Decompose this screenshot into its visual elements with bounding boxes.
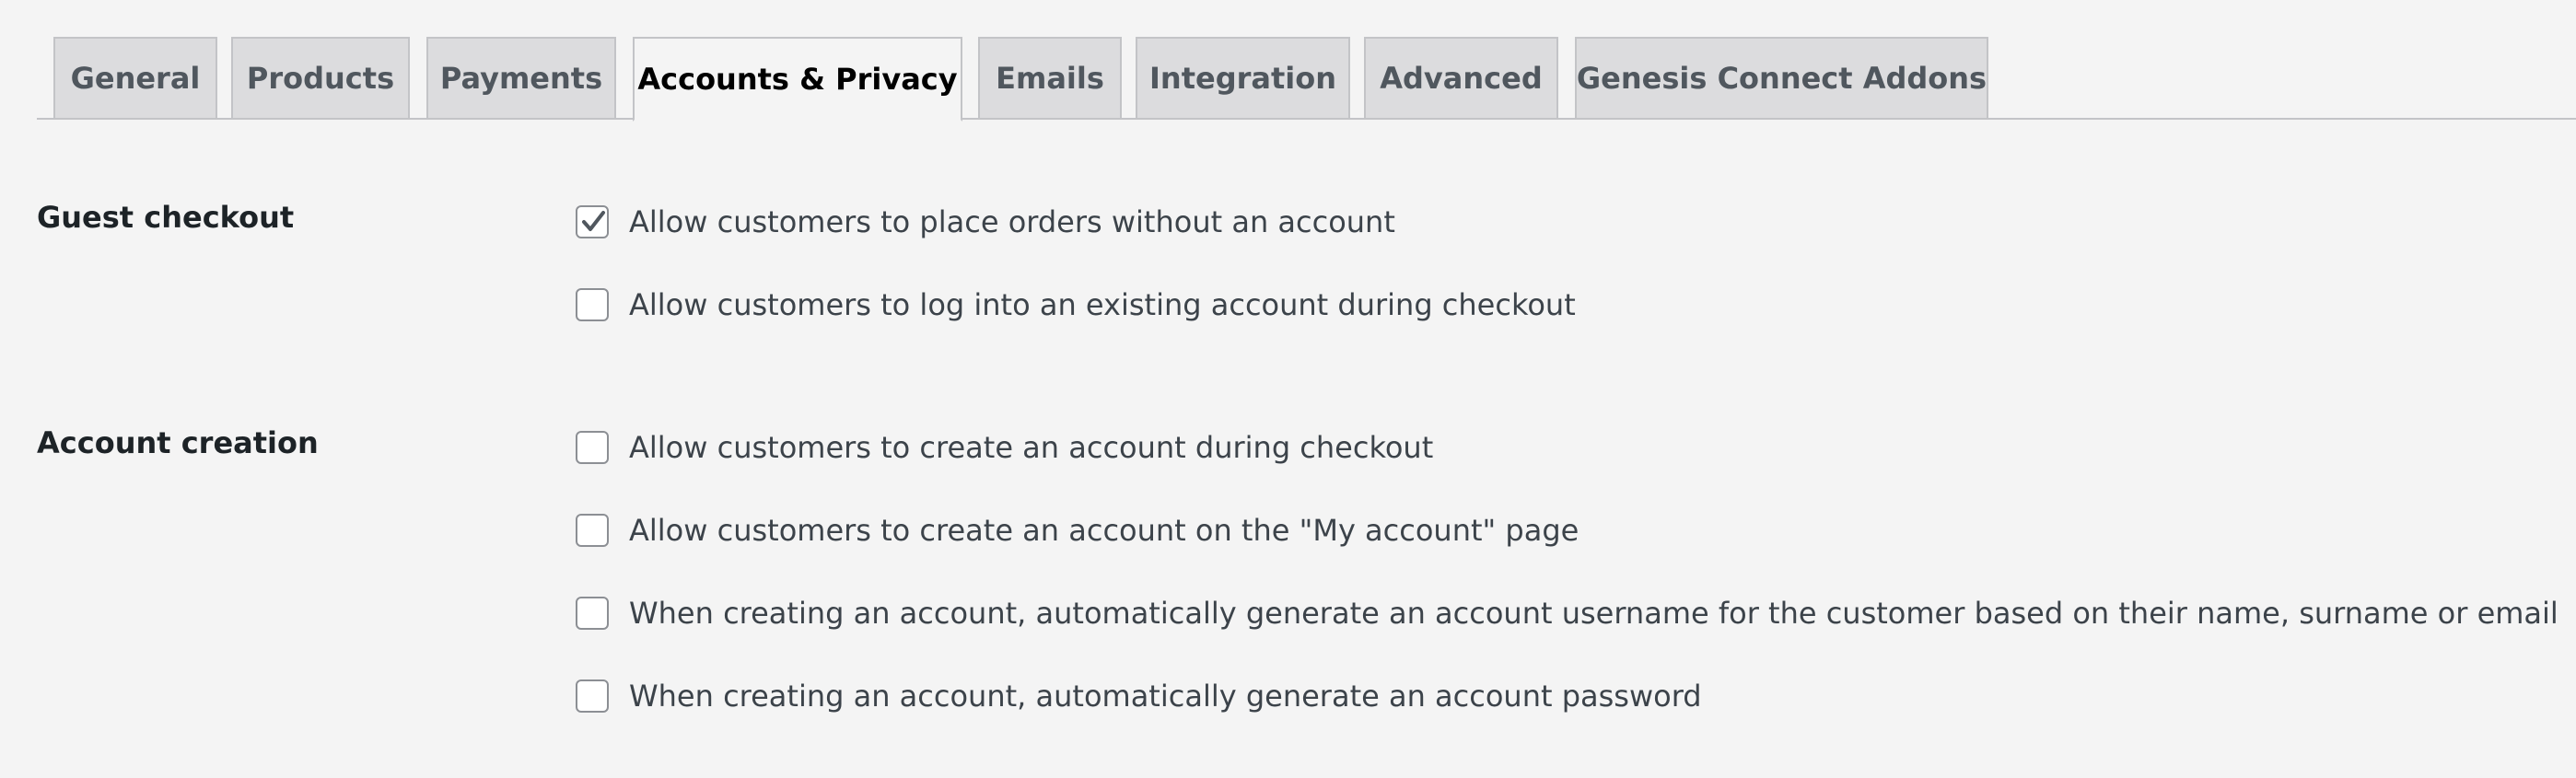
tab-accounts-privacy[interactable]: Accounts & Privacy xyxy=(633,37,962,122)
checkbox-create-account-during-checkout[interactable] xyxy=(576,431,609,464)
guest-checkout-option-place-orders[interactable]: Allow customers to place orders without … xyxy=(576,204,1395,239)
tab-integration[interactable]: Integration xyxy=(1136,37,1350,118)
tab-emails[interactable]: Emails xyxy=(978,37,1122,118)
checkbox-log-into-existing-account[interactable] xyxy=(576,288,609,321)
option-label: When creating an account, automatically … xyxy=(629,679,1702,714)
settings-tab-bar: General Products Payments Accounts & Pri… xyxy=(37,0,2576,122)
tab-advanced[interactable]: Advanced xyxy=(1364,37,1558,118)
checkbox-generate-username[interactable] xyxy=(576,597,609,630)
tab-genesis-connect-addons[interactable]: Genesis Connect Addons xyxy=(1575,37,1988,118)
option-label: When creating an account, automatically … xyxy=(629,596,2559,631)
tab-payments[interactable]: Payments xyxy=(426,37,616,118)
checkmark-icon xyxy=(582,211,605,231)
account-creation-label: Account creation xyxy=(37,425,319,460)
account-creation-option-during-checkout[interactable]: Allow customers to create an account dur… xyxy=(576,430,1433,465)
guest-checkout-option-log-in[interactable]: Allow customers to log into an existing … xyxy=(576,287,1576,322)
checkbox-create-account-my-account-page[interactable] xyxy=(576,514,609,547)
checkbox-generate-password[interactable] xyxy=(576,679,609,713)
option-label: Allow customers to create an account dur… xyxy=(629,430,1434,465)
account-creation-option-generate-username[interactable]: When creating an account, automatically … xyxy=(576,596,2559,631)
account-creation-option-my-account-page[interactable]: Allow customers to create an account on … xyxy=(576,513,1579,548)
option-label: Allow customers to create an account on … xyxy=(629,513,1579,548)
option-label: Allow customers to log into an existing … xyxy=(629,287,1576,322)
account-creation-option-generate-password[interactable]: When creating an account, automatically … xyxy=(576,679,1702,714)
tab-products[interactable]: Products xyxy=(231,37,410,118)
guest-checkout-label: Guest checkout xyxy=(37,200,295,235)
tab-general[interactable]: General xyxy=(53,37,217,118)
option-label: Allow customers to place orders without … xyxy=(629,204,1395,239)
checkbox-place-orders-without-account[interactable] xyxy=(576,205,609,238)
